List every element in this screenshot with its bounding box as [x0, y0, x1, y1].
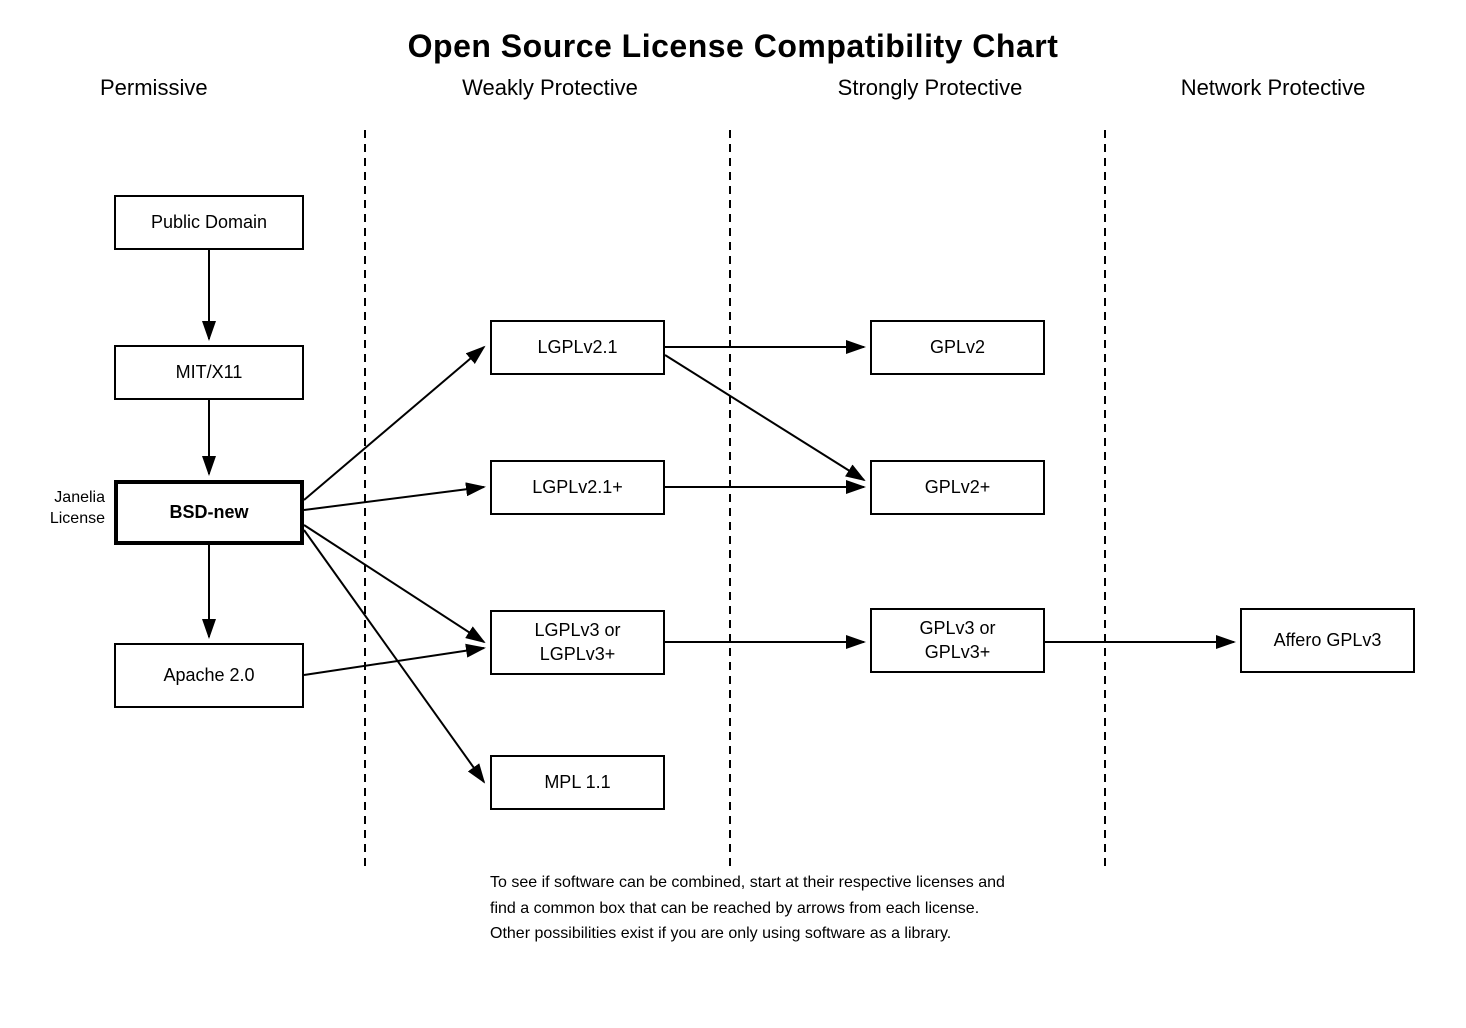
node-gplv2plus: GPLv2+ [870, 460, 1045, 515]
node-lgplv21: LGPLv2.1 [490, 320, 665, 375]
node-public-domain: Public Domain [114, 195, 304, 250]
header-strongly: Strongly Protective [740, 75, 1120, 101]
chart-title: Open Source License Compatibility Chart [0, 0, 1466, 75]
node-affero: Affero GPLv3 [1240, 608, 1415, 673]
node-lgplv3: LGPLv3 or LGPLv3+ [490, 610, 665, 675]
node-mpl: MPL 1.1 [490, 755, 665, 810]
chart-container: Open Source License Compatibility Chart … [0, 0, 1466, 1028]
header-weakly: Weakly Protective [360, 75, 740, 101]
node-gplv2: GPLv2 [870, 320, 1045, 375]
column-headers: Permissive Weakly Protective Strongly Pr… [0, 75, 1466, 101]
node-gplv3: GPLv3 or GPLv3+ [870, 608, 1045, 673]
node-apache: Apache 2.0 [114, 643, 304, 708]
header-permissive: Permissive [40, 75, 360, 101]
node-mit: MIT/X11 [114, 345, 304, 400]
janelia-label: Janelia License [30, 488, 105, 530]
node-lgplv21plus: LGPLv2.1+ [490, 460, 665, 515]
header-network: Network Protective [1120, 75, 1426, 101]
footer-note: To see if software can be combined, star… [490, 870, 1190, 947]
node-bsd: BSD-new [114, 480, 304, 545]
